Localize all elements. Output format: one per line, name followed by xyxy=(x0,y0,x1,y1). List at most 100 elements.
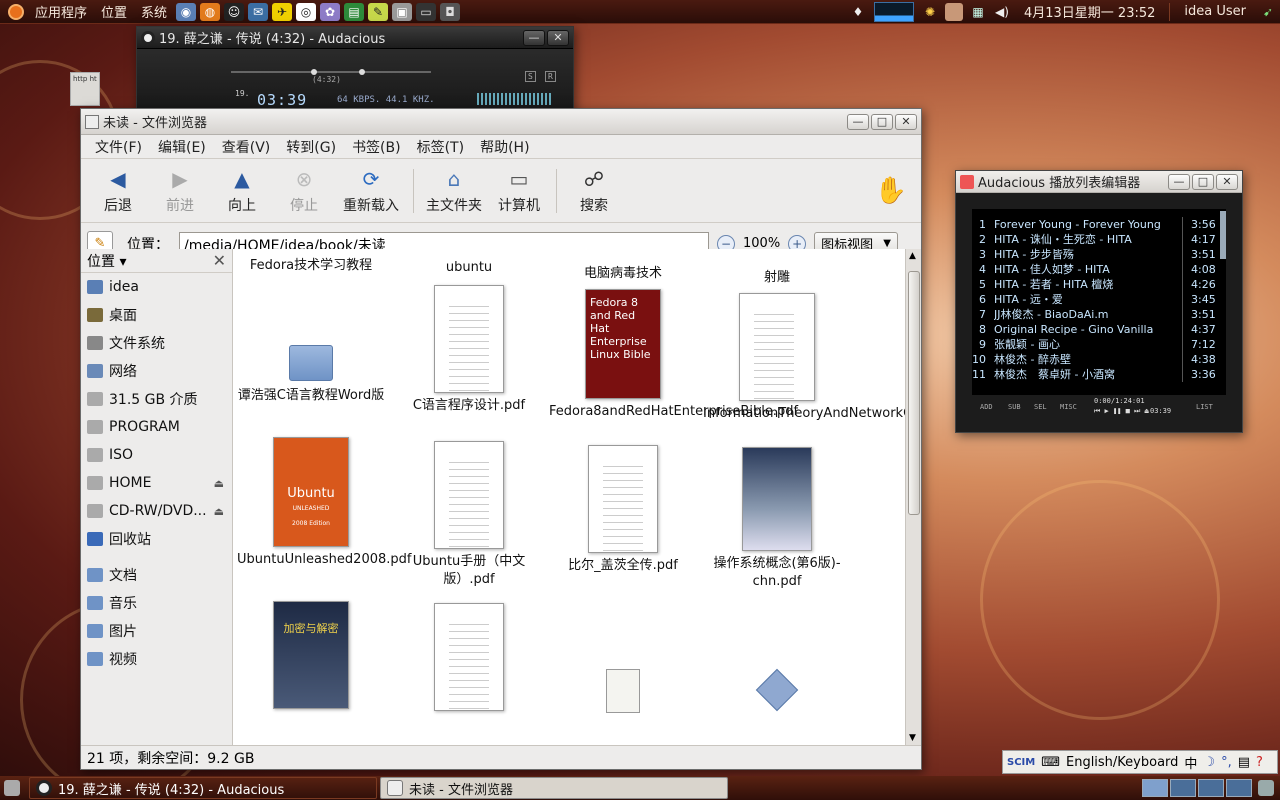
balance-knob[interactable] xyxy=(359,69,365,75)
minimize-button[interactable]: — xyxy=(523,29,545,46)
sidebar-item[interactable]: HOME ⏏ xyxy=(81,469,232,497)
panel-clock[interactable]: 4月13日星期一 23:52 xyxy=(1014,2,1165,21)
half-width-icon[interactable]: ☽ xyxy=(1203,755,1215,770)
repeat-button[interactable]: R xyxy=(545,71,556,82)
visualizer[interactable] xyxy=(477,93,551,105)
misc-button[interactable]: MISC xyxy=(1060,403,1077,411)
sidebar-item[interactable]: 文档 xyxy=(81,561,232,589)
qq-launcher-icon[interactable]: ☺ xyxy=(224,2,245,21)
packages-launcher-icon[interactable]: ▣ xyxy=(392,2,413,21)
help-icon[interactable]: ? xyxy=(1256,755,1263,770)
playlist-scrollbar[interactable] xyxy=(1220,211,1226,259)
minimize-button[interactable]: — xyxy=(847,113,869,130)
scrollbar-thumb[interactable] xyxy=(908,271,920,515)
playlist-row[interactable]: 1 Forever Young - Forever Young 3:56 xyxy=(972,217,1226,232)
menu-bookmarks[interactable]: 书签(B) xyxy=(344,137,409,157)
playlist-row[interactable]: 8 Original Recipe - Gino Vanilla 4:37 xyxy=(972,322,1226,337)
menu-tabs[interactable]: 标签(T) xyxy=(409,137,472,157)
sel-button[interactable]: SEL xyxy=(1034,403,1047,411)
panel-user[interactable]: idea User xyxy=(1174,4,1256,19)
sidebar-item[interactable]: 视频 xyxy=(81,645,232,673)
menu-system[interactable]: 系统 xyxy=(134,2,174,21)
add-button[interactable]: ADD xyxy=(980,403,993,411)
file-item[interactable]: Ubuntu手册（中文版）.pdf xyxy=(395,441,543,589)
menu-edit[interactable]: 编辑(E) xyxy=(150,137,214,157)
sidebar-item[interactable]: 回收站 xyxy=(81,525,232,553)
folder-item[interactable]: Fedora技术学习教程 谭浩强C语言教程Word版 xyxy=(237,257,385,405)
sidebar-item[interactable]: CD-RW/DVD... ⏏ xyxy=(81,497,232,525)
playlist-row[interactable]: 2 HITA - 诛仙・生死恋 - HITA 4:17 xyxy=(972,232,1226,247)
eject-icon[interactable]: ⏏ xyxy=(214,477,224,490)
workspace-1[interactable] xyxy=(1142,779,1168,797)
up-button[interactable]: ▲ 向上 xyxy=(211,162,273,220)
maximize-button[interactable]: □ xyxy=(871,113,893,130)
punctuation-icon[interactable]: °, xyxy=(1221,755,1232,770)
menu-view[interactable]: 查看(V) xyxy=(214,137,279,157)
ime-mode-label[interactable]: English/Keyboard xyxy=(1066,755,1178,770)
menu-places[interactable]: 位置 xyxy=(94,2,134,21)
playlist-list[interactable]: 1 Forever Young - Forever Young 3:56 2 HITA … xyxy=(972,209,1226,395)
file-item[interactable]: 电脑病毒技术 Fedora 8 and Red Hat Enterprise L… xyxy=(549,265,798,421)
playlist-row[interactable]: 7 JJ林俊杰 - BiaoDaAi.m 3:51 xyxy=(972,307,1226,322)
trash-icon[interactable] xyxy=(1258,780,1274,796)
pidgin-launcher-icon[interactable]: ✈ xyxy=(272,2,293,21)
keyboard-icon[interactable]: ⌨ xyxy=(1041,755,1060,770)
playlist-row[interactable]: 3 HITA - 步步皆殇 3:51 xyxy=(972,247,1226,262)
search-button[interactable]: ☍ 搜索 xyxy=(563,162,625,220)
sidebar-item[interactable]: 音乐 xyxy=(81,589,232,617)
sidebar-item[interactable]: 31.5 GB 介质 xyxy=(81,385,232,413)
messenger-launcher-icon[interactable]: ✿ xyxy=(320,2,341,21)
sidebar-header[interactable]: 位置 ▾ ✕ xyxy=(81,249,232,273)
file-item[interactable]: 加密与解密 xyxy=(237,601,385,713)
system-monitor-graph[interactable] xyxy=(873,1,914,22)
scroll-down-icon[interactable]: ▼ xyxy=(909,733,916,743)
sidebar-item[interactable]: 网络 xyxy=(81,357,232,385)
thunderbird-launcher-icon[interactable]: ✉ xyxy=(248,2,269,21)
maximize-button[interactable]: □ xyxy=(1192,173,1214,190)
menu-applications[interactable]: 应用程序 xyxy=(28,2,94,21)
computer-button[interactable]: ▭ 计算机 xyxy=(488,162,550,220)
mouse-tray-icon[interactable]: ♦ xyxy=(849,3,867,21)
vertical-scrollbar[interactable]: ▲ ▼ xyxy=(905,249,921,745)
workspace-4[interactable] xyxy=(1226,779,1252,797)
volume-slider[interactable] xyxy=(231,69,431,75)
close-button[interactable]: ✕ xyxy=(547,29,569,46)
eject-icon[interactable]: ⏏ xyxy=(214,505,224,518)
gimp-launcher-icon[interactable]: ◉ xyxy=(176,2,197,21)
playlist-titlebar[interactable]: Audacious 播放列表编辑器 — □ ✕ xyxy=(956,171,1242,193)
task-audacious[interactable]: 19. 薛之谦 - 传说 (4:32) - Audacious xyxy=(29,777,377,799)
close-button[interactable]: ✕ xyxy=(895,113,917,130)
shuffle-button[interactable]: S xyxy=(525,71,536,82)
file-browser-titlebar[interactable]: 未读 - 文件浏览器 — □ ✕ xyxy=(81,109,921,135)
sidebar-item[interactable]: 图片 xyxy=(81,617,232,645)
reload-button[interactable]: ⟳ 重新载入 xyxy=(335,162,407,220)
home-button[interactable]: ⌂ 主文件夹 xyxy=(420,162,488,220)
workspace-3[interactable] xyxy=(1198,779,1224,797)
camera-launcher-icon[interactable]: ◘ xyxy=(440,2,461,21)
avatar-tray-icon[interactable] xyxy=(944,2,963,21)
network-tray-icon[interactable]: ▦ xyxy=(969,3,987,21)
task-file-browser[interactable]: 未读 - 文件浏览器 xyxy=(380,777,728,799)
sidebar-item[interactable]: 桌面 xyxy=(81,301,232,329)
file-item[interactable]: 比尔_盖茨全传.pdf xyxy=(549,445,697,575)
playlist-row[interactable]: 5 HITA - 若者 - HITA 檀烧 4:26 xyxy=(972,277,1226,292)
file-item[interactable] xyxy=(549,669,697,713)
playlist-row[interactable]: 4 HITA - 佳人如梦 - HITA 4:08 xyxy=(972,262,1226,277)
file-item[interactable]: 操作系统概念(第6版)-chn.pdf xyxy=(703,447,851,591)
playlist-controls[interactable]: ⏮ ▶ ❚❚ ■ ⏭ ⏏ xyxy=(1094,407,1149,416)
show-desktop-icon[interactable] xyxy=(4,780,20,796)
icon-view[interactable]: Fedora技术学习教程 谭浩强C语言教程Word版 ubuntu C语言程序设… xyxy=(233,249,921,745)
stop-button[interactable]: ⊗ 停止 xyxy=(273,162,335,220)
sub-button[interactable]: SUB xyxy=(1008,403,1021,411)
editor-launcher-icon[interactable]: ✎ xyxy=(368,2,389,21)
minimize-button[interactable]: — xyxy=(1168,173,1190,190)
sidebar-item[interactable]: idea xyxy=(81,273,232,301)
back-button[interactable]: ◀ 后退 xyxy=(87,162,149,220)
menu-help[interactable]: 帮助(H) xyxy=(472,137,537,157)
file-item[interactable]: 射雕 InformationTheoryAndNetworkCoding.pdf xyxy=(703,269,921,423)
desktop-file-icon[interactable]: http ht xyxy=(70,72,100,106)
scroll-up-icon[interactable]: ▲ xyxy=(909,251,916,261)
file-item[interactable] xyxy=(703,668,851,712)
firefox-launcher-icon[interactable]: ◍ xyxy=(200,2,221,21)
scim-logo-icon[interactable]: SCIM xyxy=(1007,757,1035,768)
